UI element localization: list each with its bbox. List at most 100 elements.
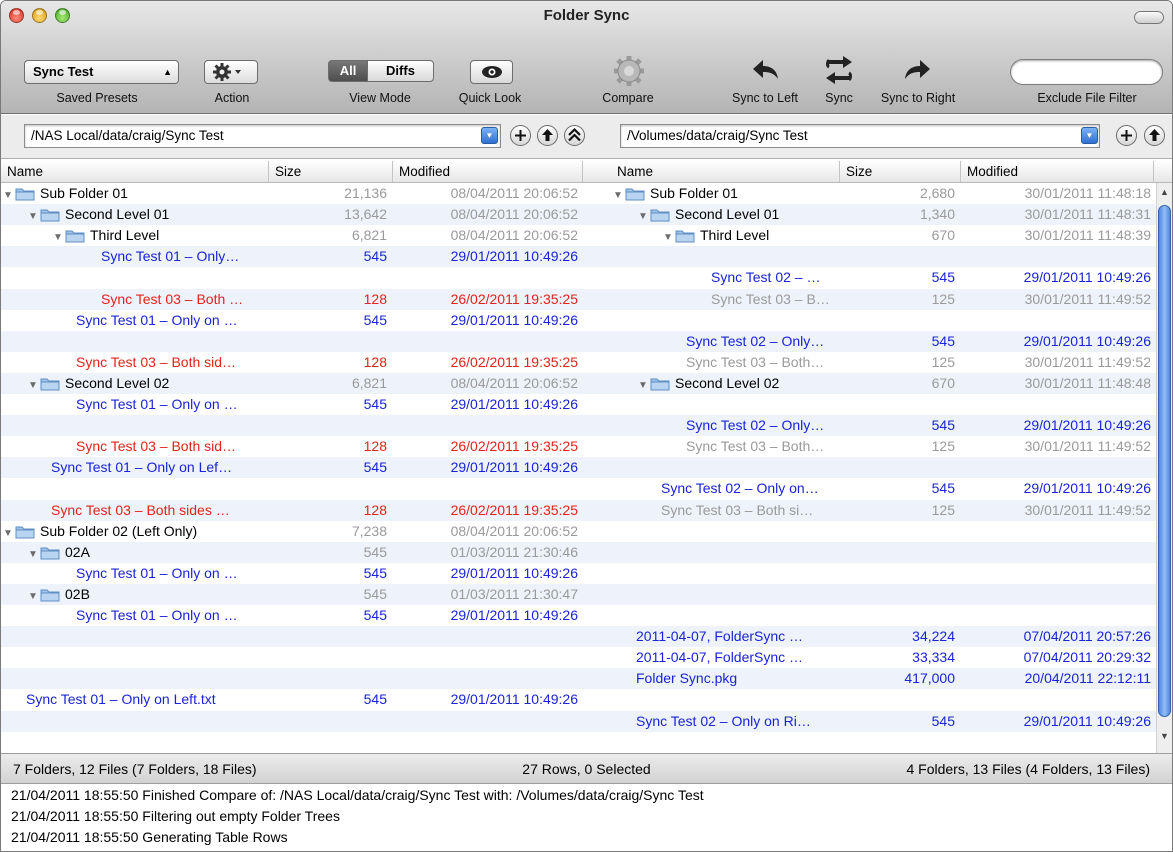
plus-icon (1121, 130, 1132, 141)
table-row[interactable]: Sync Test 01 – Only on Left.txt 545 29/01/… (1, 689, 1156, 710)
left-path-dropdown[interactable]: ▼ (481, 127, 498, 144)
left-item-name: ▼ 02B (28, 584, 269, 605)
table-row[interactable]: Sync Test 02 – Only on… 545 29/01/2011 10:… (1, 478, 1156, 499)
right-size-header[interactable]: Size (840, 161, 961, 183)
sync-to-left-label: Sync to Left (731, 91, 799, 105)
up-arrow-icon (1149, 129, 1160, 141)
left-path-field[interactable]: /NAS Local/data/craig/Sync Test (24, 124, 501, 148)
right-item-name: Sync Test 02 – … (711, 267, 840, 288)
left-item-modified: 01/03/2011 21:30:46 (450, 543, 578, 560)
right-item-modified: 07/04/2011 20:57:26 (1023, 628, 1151, 645)
disclosure-triangle-icon[interactable]: ▼ (638, 206, 650, 225)
saved-presets-popup[interactable]: Sync Test ▲ (24, 60, 179, 84)
right-item-size: 125 (931, 290, 955, 307)
table-row[interactable]: ▼ Third Level 6,821 08/04/2011 20:06:52 ▼ Thi… (1, 225, 1156, 246)
quick-look-button[interactable] (470, 60, 513, 84)
right-item-name: ▼ Third Level (663, 225, 840, 246)
right-item-modified: 29/01/2011 10:49:26 (1023, 417, 1151, 434)
table-row[interactable]: 2011-04-07, FolderSync … 34,224 07/04/2011… (1, 626, 1156, 648)
right-path-field[interactable]: /Volumes/data/craig/Sync Test (620, 124, 1100, 148)
sync-right-icon[interactable] (900, 57, 934, 85)
table-row[interactable]: Sync Test 01 – Only on … 545 29/01/2011 10… (1, 394, 1156, 415)
disclosure-triangle-icon[interactable]: ▼ (638, 375, 650, 394)
left-modified-header[interactable]: Modified (393, 161, 583, 183)
table-row[interactable]: 2011-04-07, FolderSync … 33,334 07/04/2011… (1, 647, 1156, 668)
right-modified-header[interactable]: Modified (961, 161, 1154, 183)
right-path-dropdown[interactable]: ▼ (1081, 127, 1098, 144)
toolbar-toggle-button[interactable] (1134, 11, 1164, 24)
scroll-up-arrow[interactable]: ▲ (1160, 187, 1169, 197)
table-row[interactable]: Sync Test 01 – Only on … 545 29/01/2011 10… (1, 605, 1156, 626)
scroll-thumb[interactable] (1158, 205, 1171, 717)
table-row[interactable]: ▼ Sub Folder 01 21,136 08/04/2011 20:06:52 ▼… (1, 183, 1156, 204)
table-row[interactable]: Sync Test 02 – Only on Ri… 545 29/01/2011 … (1, 710, 1156, 732)
table-row[interactable]: ▼ 02B 545 01/03/2011 21:30:47 (1, 583, 1156, 605)
view-diffs-button[interactable]: Diffs (367, 60, 434, 82)
disclosure-triangle-icon[interactable]: ▼ (3, 523, 15, 542)
table-row[interactable]: Sync Test 03 – Both sides … 128 26/02/2011… (1, 499, 1156, 521)
disclosure-triangle-icon[interactable]: ▼ (28, 206, 40, 225)
left-item-modified: 01/03/2011 21:30:47 (450, 585, 578, 602)
disclosure-triangle-icon[interactable]: ▼ (28, 544, 40, 563)
table-row[interactable]: Sync Test 01 – Only on … 545 29/01/2011 10… (1, 563, 1156, 584)
vertical-scrollbar[interactable]: ▲ ▼ (1156, 183, 1172, 753)
right-item-name: ▼ Sub Folder 01 (613, 183, 840, 204)
action-button[interactable] (204, 60, 258, 84)
left-up-button[interactable] (537, 125, 558, 146)
left-add-button[interactable] (510, 125, 531, 146)
item-name-text: Sync Test 02 – … (711, 269, 821, 286)
item-name-text: Sync Test 03 – Both… (686, 353, 825, 370)
table-row[interactable]: Folder Sync.pkg 417,000 20/04/2011 22:12:1… (1, 668, 1156, 690)
table-row[interactable]: ▼ Second Level 01 13,642 08/04/2011 20:06:5… (1, 204, 1156, 226)
quick-look-label: Quick Look (458, 91, 522, 105)
left-item-size: 545 (363, 396, 387, 412)
sync-icon[interactable] (821, 53, 857, 87)
right-path-value: /Volumes/data/craig/Sync Test (627, 128, 808, 143)
right-name-header[interactable]: Name (611, 161, 840, 183)
table-row[interactable]: Sync Test 01 – Only… 545 29/01/2011 10:49:… (1, 246, 1156, 268)
compare-gear-icon[interactable] (609, 53, 649, 89)
table-row[interactable]: ▼ Second Level 02 6,821 08/04/2011 20:06:52… (1, 372, 1156, 394)
table-row[interactable]: Sync Test 03 – Both … 128 26/02/2011 19:35… (1, 288, 1156, 310)
table-row[interactable]: Sync Test 02 – Only… 545 29/01/2011 10:49:… (1, 415, 1156, 437)
left-item-size: 545 (363, 248, 387, 265)
folder-icon (65, 228, 85, 246)
folder-icon (650, 376, 670, 394)
right-item-size: 545 (931, 712, 955, 729)
item-name-text: Sync Test 03 – Both sid… (76, 353, 237, 370)
left-name-header[interactable]: Name (1, 161, 269, 183)
item-name-text: Second Level 02 (65, 374, 170, 391)
log-panel[interactable]: 21/04/2011 18:55:50 Finished Compare of:… (1, 785, 1172, 851)
comparison-table[interactable]: ▼ Sub Folder 01 21,136 08/04/2011 20:06:52 ▼… (1, 183, 1156, 753)
view-all-button[interactable]: All (328, 60, 368, 82)
left-root-button[interactable] (564, 125, 585, 146)
disclosure-triangle-icon[interactable]: ▼ (663, 227, 675, 246)
left-size-header[interactable]: Size (269, 161, 393, 183)
table-row[interactable]: Sync Test 02 – Only… 545 29/01/2011 10:49:… (1, 330, 1156, 352)
left-item-size: 21,136 (344, 185, 387, 201)
disclosure-triangle-icon[interactable]: ▼ (613, 185, 625, 204)
table-row[interactable]: Sync Test 01 – Only on Lef… 545 29/01/2011… (1, 457, 1156, 479)
table-row[interactable]: Sync Test 01 – Only on … 545 29/01/2011 10… (1, 310, 1156, 331)
exclude-filter-input[interactable] (1010, 59, 1163, 85)
disclosure-triangle-icon[interactable]: ▼ (28, 375, 40, 394)
table-row[interactable]: ▼ 02A 545 01/03/2011 21:30:46 (1, 541, 1156, 563)
right-up-button[interactable] (1144, 125, 1165, 146)
table-row[interactable]: ▼ Sub Folder 02 (Left Only) 7,238 08/04/201… (1, 521, 1156, 542)
left-item-size: 7,238 (351, 522, 387, 539)
right-item-name: Sync Test 02 – Only on… (661, 478, 840, 499)
left-item-modified: 26/02/2011 19:35:25 (450, 353, 578, 370)
item-name-text: Sync Test 02 – Only on… (661, 480, 819, 497)
disclosure-triangle-icon[interactable]: ▼ (3, 185, 15, 204)
item-name-text: Sync Test 01 – Only on … (76, 564, 238, 581)
disclosure-triangle-icon[interactable]: ▼ (28, 586, 40, 605)
table-row[interactable]: Sync Test 03 – Both sid… 128 26/02/2011 19… (1, 352, 1156, 373)
right-item-modified: 20/04/2011 22:12:11 (1024, 670, 1151, 687)
disclosure-triangle-icon[interactable]: ▼ (53, 227, 65, 246)
sync-left-icon[interactable] (749, 57, 783, 85)
table-row[interactable]: Sync Test 02 – … 545 29/01/2011 10:49:26 (1, 267, 1156, 288)
right-add-button[interactable] (1116, 125, 1137, 146)
scroll-down-arrow[interactable]: ▼ (1160, 731, 1169, 741)
left-item-modified: 08/04/2011 20:06:52 (450, 374, 578, 391)
table-row[interactable]: Sync Test 03 – Both sid… 128 26/02/2011 19… (1, 436, 1156, 457)
